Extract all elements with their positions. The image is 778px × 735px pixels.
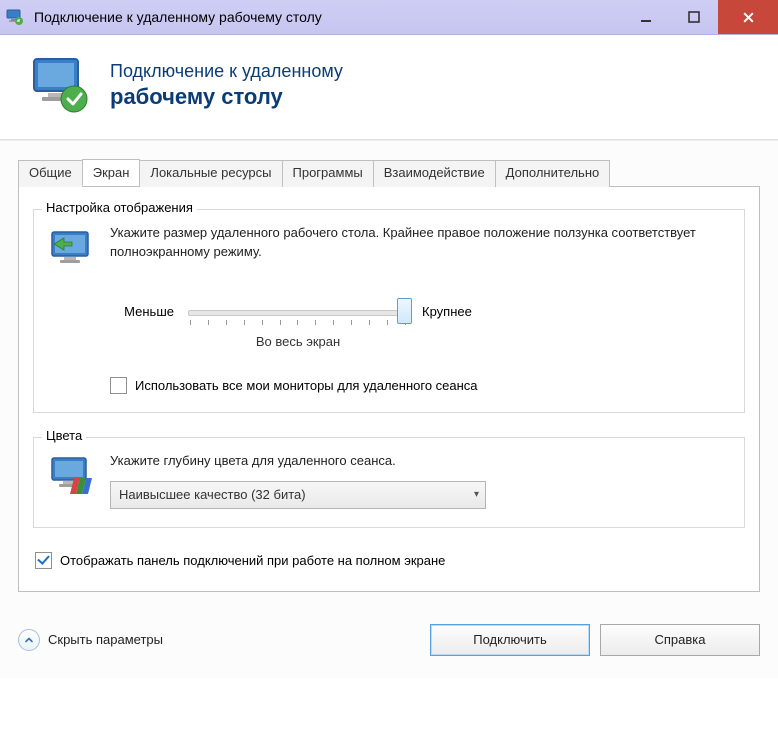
group-colors: Цвета Укажи: [33, 437, 745, 528]
colors-icon: [48, 454, 96, 502]
help-button[interactable]: Справка: [600, 624, 760, 656]
connect-button[interactable]: Подключить: [430, 624, 590, 656]
header-heading: Подключение к удаленному рабочему столу: [110, 60, 343, 110]
title-bar: Подключение к удаленному рабочему столу: [0, 0, 778, 35]
group-colors-legend: Цвета: [42, 428, 86, 443]
header-line2: рабочему столу: [110, 83, 343, 111]
use-all-monitors-label: Использовать все мои мониторы для удален…: [135, 378, 478, 393]
hide-options-label: Скрыть параметры: [48, 632, 163, 647]
tab-advanced[interactable]: Дополнительно: [495, 160, 611, 187]
resolution-slider[interactable]: [188, 296, 408, 328]
show-connection-bar-label: Отображать панель подключений при работе…: [60, 553, 445, 568]
show-connection-bar-checkbox[interactable]: [35, 552, 52, 569]
minimize-button[interactable]: [622, 0, 670, 34]
tab-panel-display: Настройка отображения Укажите размер уда…: [18, 187, 760, 592]
resolution-slider-row: Меньше Крупнее: [110, 296, 730, 328]
close-button[interactable]: [718, 0, 778, 34]
slider-value-label: Во весь экран: [188, 334, 408, 349]
color-depth-select[interactable]: Наивысшее качество (32 бита) ▾: [110, 481, 486, 509]
chevron-up-circle-icon: [18, 629, 40, 651]
header-line1: Подключение к удаленному: [110, 60, 343, 83]
use-all-monitors-row: Использовать все мои мониторы для удален…: [110, 377, 730, 394]
tab-experience[interactable]: Взаимодействие: [373, 160, 496, 187]
chevron-down-icon: ▾: [474, 489, 479, 500]
colors-description: Укажите глубину цвета для удаленного сеа…: [110, 452, 730, 471]
use-all-monitors-checkbox[interactable]: [110, 377, 127, 394]
window-title: Подключение к удаленному рабочему столу: [34, 9, 322, 25]
slider-label-smaller: Меньше: [110, 304, 174, 319]
header-block: Подключение к удаленному рабочему столу: [0, 35, 778, 139]
display-config-description: Укажите размер удаленного рабочего стола…: [110, 224, 730, 262]
display-config-icon: [48, 226, 96, 274]
group-display-legend: Настройка отображения: [42, 200, 197, 215]
tab-display[interactable]: Экран: [82, 159, 141, 186]
group-display-config: Настройка отображения Укажите размер уда…: [33, 209, 745, 413]
tab-bar: Общие Экран Локальные ресурсы Программы …: [18, 159, 760, 187]
window-controls: [622, 0, 778, 34]
slider-label-larger: Крупнее: [422, 304, 472, 319]
hide-options-link[interactable]: Скрыть параметры: [18, 629, 163, 651]
footer: Скрыть параметры Подключить Справка: [0, 606, 778, 678]
app-icon: [6, 8, 24, 26]
content-area: Общие Экран Локальные ресурсы Программы …: [0, 141, 778, 606]
slider-thumb[interactable]: [397, 298, 412, 324]
tab-programs[interactable]: Программы: [282, 160, 374, 187]
header-logo-icon: [28, 53, 92, 117]
tab-local-resources[interactable]: Локальные ресурсы: [139, 160, 282, 187]
color-depth-value: Наивысшее качество (32 бита): [119, 487, 306, 502]
maximize-button[interactable]: [670, 0, 718, 34]
show-connection-bar-row: Отображать панель подключений при работе…: [35, 552, 743, 569]
tab-general[interactable]: Общие: [18, 160, 83, 187]
